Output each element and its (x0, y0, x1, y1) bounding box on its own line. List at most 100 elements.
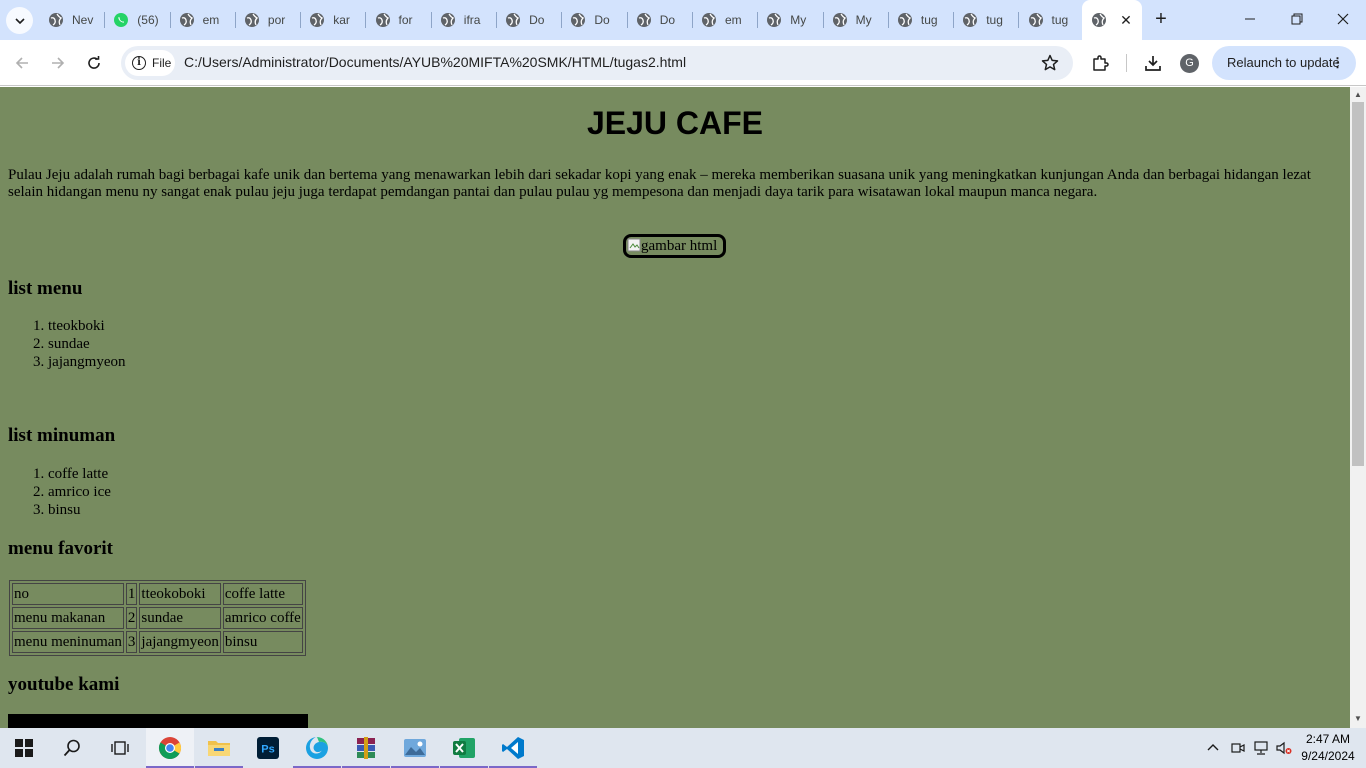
globe-icon (310, 13, 325, 27)
windows-logo-icon (15, 739, 33, 757)
taskbar-vscode[interactable] (489, 728, 537, 768)
browser-tab[interactable]: por (244, 7, 302, 33)
profile-avatar[interactable]: G (1180, 54, 1199, 73)
tab-title: for (398, 13, 413, 27)
browser-tab[interactable]: tug (1028, 7, 1085, 33)
tray-volume[interactable] (1273, 728, 1295, 768)
browser-tab[interactable]: ifra (440, 7, 498, 33)
extensions-button[interactable] (1088, 51, 1112, 75)
tab-title: Do (594, 13, 610, 27)
browser-tab[interactable]: em (701, 7, 759, 33)
table-cell: binsu (222, 631, 303, 653)
taskbar-chrome[interactable] (146, 728, 194, 768)
site-info-chip[interactable]: i File (125, 50, 175, 76)
browser-tab[interactable]: (56) (113, 7, 171, 33)
browser-tab[interactable]: for (375, 7, 432, 33)
browser-tab[interactable]: Do (636, 7, 693, 33)
globe-icon (832, 13, 847, 27)
tab-title: tug (1051, 13, 1069, 27)
browser-tab[interactable]: Do (505, 7, 563, 33)
tray-expand-button[interactable] (1202, 728, 1224, 768)
youtube-embed[interactable] (8, 714, 308, 728)
browser-toolbar: i File C:/Users/Administrator/Documents/… (0, 40, 1366, 86)
scroll-up-arrow-icon[interactable]: ▲ (1350, 88, 1366, 102)
reload-icon (88, 56, 100, 69)
table-row: menu makanan 2 sundae amrico coffe (12, 607, 303, 629)
address-bar[interactable]: i File C:/Users/Administrator/Documents/… (121, 46, 1073, 80)
bookmark-star-button[interactable] (1038, 51, 1062, 75)
scroll-thumb[interactable] (1352, 102, 1364, 466)
table-cell: 1 (125, 583, 138, 605)
browser-tab[interactable]: kar (309, 7, 367, 33)
minimize-button[interactable] (1238, 8, 1262, 32)
download-icon (1145, 56, 1161, 71)
browser-tab[interactable]: My (766, 7, 824, 33)
browser-tab[interactable]: Nev (48, 7, 106, 33)
broken-image: gambar html (623, 234, 726, 258)
tab-separator (757, 12, 759, 28)
taskbar-edge[interactable] (293, 728, 341, 768)
taskbar-photos[interactable] (391, 728, 439, 768)
list-item: binsu (48, 501, 111, 519)
tab-active[interactable]: ✕ (1082, 0, 1142, 40)
tab-separator (1018, 12, 1020, 28)
browser-tab[interactable]: tug (962, 7, 1020, 33)
youtube-heading: youtube kami (8, 674, 120, 695)
task-view-button[interactable] (96, 728, 144, 768)
page-title: JEJU CAFE (586, 105, 764, 141)
taskbar-search-button[interactable] (48, 728, 96, 768)
close-window-button[interactable] (1331, 8, 1355, 32)
back-button[interactable] (10, 51, 34, 75)
tab-search-button[interactable] (6, 7, 33, 34)
taskbar-file-explorer[interactable] (195, 728, 243, 768)
task-view-icon (111, 741, 129, 755)
browser-tab[interactable]: My (832, 7, 889, 33)
more-vert-icon[interactable]: ⋮ (1331, 46, 1344, 80)
taskbar-excel[interactable] (440, 728, 488, 768)
restore-button[interactable] (1285, 8, 1309, 32)
arrow-right-icon (52, 57, 65, 69)
scroll-down-arrow-icon[interactable]: ▼ (1350, 712, 1366, 726)
restore-icon (1291, 13, 1303, 25)
browser-tab[interactable]: Do (570, 7, 628, 33)
toolbar-divider (1126, 54, 1127, 72)
tab-title: (56) (137, 13, 159, 27)
relaunch-button[interactable]: Relaunch to update ⋮ (1212, 46, 1356, 80)
taskbar-photoshop[interactable]: Ps (244, 728, 292, 768)
globe-icon (1092, 13, 1106, 27)
browser-tab[interactable]: tug (897, 7, 955, 33)
list-item: sundae (48, 335, 125, 353)
list-item: coffe latte (48, 465, 111, 483)
favorite-table: no 1 tteokoboki coffe latte menu makanan 2 sun… (9, 580, 306, 656)
tab-title: Do (529, 13, 545, 27)
new-tab-button[interactable]: + (1150, 9, 1172, 31)
table-cell: sundae (139, 607, 221, 629)
page-viewport: JEJU CAFE Pulau Jeju adalah rumah bagi b… (0, 87, 1350, 728)
image-alt-text: gambar html (641, 238, 718, 254)
globe-icon (244, 13, 259, 27)
downloads-button[interactable] (1141, 51, 1165, 75)
url-text[interactable]: C:/Users/Administrator/Documents/AYUB%20… (184, 54, 686, 70)
globe-icon (440, 13, 455, 27)
browser-tab[interactable]: em (179, 7, 236, 33)
tab-separator (104, 12, 106, 28)
close-tab-icon[interactable]: ✕ (1116, 10, 1136, 30)
table-cell: menu meninuman (12, 631, 124, 653)
tray-network[interactable] (1250, 728, 1272, 768)
tray-meet-now[interactable] (1227, 728, 1249, 768)
tab-separator (300, 12, 302, 28)
close-icon (1337, 13, 1349, 25)
globe-icon (1028, 13, 1043, 27)
globe-icon (571, 13, 586, 27)
page-scrollbar[interactable]: ▲ ▼ (1350, 87, 1366, 728)
taskbar-clock[interactable]: 2:47 AM 9/24/2024 (1298, 731, 1358, 765)
forward-button[interactable] (46, 51, 70, 75)
reload-button[interactable] (82, 51, 106, 75)
start-button[interactable] (0, 728, 48, 768)
menu-list: tteokbokisundaejajangmyeon (8, 317, 125, 371)
taskbar-winrar[interactable] (342, 728, 390, 768)
network-icon (1254, 741, 1268, 755)
winrar-icon (357, 737, 375, 759)
minimize-icon (1245, 18, 1255, 20)
tab-separator (626, 12, 628, 28)
